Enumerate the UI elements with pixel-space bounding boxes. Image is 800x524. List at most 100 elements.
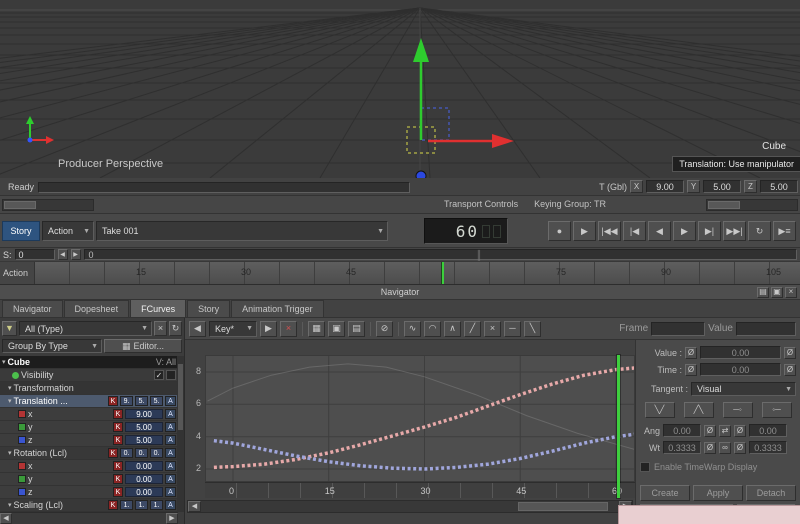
tab-animation-trigger[interactable]: Animation Trigger xyxy=(231,300,324,317)
type-filter-dropdown[interactable]: All (Type) ▼ xyxy=(19,321,152,336)
scroll-left-icon[interactable]: ◀ xyxy=(0,513,12,524)
axis-chip-x[interactable]: X xyxy=(630,180,643,193)
s-value-field[interactable]: 0 xyxy=(14,249,55,260)
pre-post-icon[interactable]: ╲ xyxy=(524,320,541,337)
tangent-tcb-icon[interactable]: ∧ xyxy=(444,320,461,337)
tree-row-6-z[interactable]: z K 5.00 A xyxy=(0,434,178,447)
scrollbar-thumb[interactable] xyxy=(518,502,608,511)
key-dropdown[interactable]: Key* ▼ xyxy=(209,320,257,337)
fcurve-graph[interactable]: 8 6 4 2 015304560 ◀ ▶ xyxy=(185,340,636,524)
panel-close-icon[interactable]: × xyxy=(785,286,797,298)
action-ruler[interactable]: 15 30 45 75 90 105 xyxy=(34,262,800,284)
right-scrollbar[interactable] xyxy=(706,199,798,211)
graph-playhead[interactable] xyxy=(617,355,620,498)
refresh-icon[interactable]: ↻ xyxy=(169,321,182,336)
step-forward-button[interactable]: ▶ xyxy=(673,221,696,241)
tab-story[interactable]: Story xyxy=(187,300,231,317)
zero-slope-icon[interactable]: Ø xyxy=(704,441,716,454)
timeline-playhead[interactable] xyxy=(441,262,444,284)
weight-right-field[interactable]: 0.3333 xyxy=(749,441,787,454)
tangent-smooth-icon[interactable]: ∿ xyxy=(404,320,421,337)
scroll-left-icon[interactable]: ◀ xyxy=(188,501,201,512)
tree-row-0-cube[interactable]: ▾ Cube V: All xyxy=(0,356,178,369)
step-back-button[interactable]: ◀ xyxy=(648,221,671,241)
tree-vertical-scrollbar[interactable] xyxy=(177,356,184,512)
clear-filter-icon[interactable]: × xyxy=(154,321,167,336)
key-button[interactable]: K xyxy=(108,500,118,510)
axis-chip-z[interactable]: Z xyxy=(744,180,757,193)
key-button[interactable]: K xyxy=(113,461,123,471)
key-button[interactable]: K xyxy=(113,474,123,484)
tab-dopesheet[interactable]: Dopesheet xyxy=(63,300,130,317)
group-by-dropdown[interactable]: Group By Type ▼ xyxy=(2,339,102,353)
step-left-icon[interactable]: ◀ xyxy=(57,249,68,260)
curve-color-icon[interactable]: ▦ xyxy=(308,320,325,337)
panel-float-icon[interactable]: ▣ xyxy=(771,286,783,298)
take-dropdown[interactable]: Take 001 ▼ xyxy=(96,221,388,241)
zero-slope-icon[interactable]: Ø xyxy=(784,346,796,359)
expand-icon[interactable]: ▾ xyxy=(8,397,12,405)
zero-slope-icon[interactable]: Ø xyxy=(704,424,716,437)
tab-fcurves[interactable]: FCurves xyxy=(130,299,187,317)
step-right-icon[interactable]: ▶ xyxy=(70,249,81,260)
curve-plot-area[interactable] xyxy=(205,355,636,482)
tangent-right-weight-icon[interactable]: ◦─ xyxy=(761,402,792,418)
tree-row-3-translation[interactable]: ▾ Translation ... K 9. 5. 5. A xyxy=(0,395,178,408)
link-weights-icon[interactable]: ∞ xyxy=(719,441,731,454)
next-key-icon[interactable]: ▶ xyxy=(260,320,277,337)
play-options-button[interactable]: ▶≡ xyxy=(773,221,796,241)
axis-chip-y[interactable]: Y xyxy=(687,180,700,193)
key-button[interactable]: K xyxy=(113,409,123,419)
key-button[interactable]: K xyxy=(113,487,123,497)
expand-icon[interactable]: ▾ xyxy=(2,358,6,366)
key-button[interactable]: K xyxy=(108,448,118,458)
fc-time-ruler[interactable]: 015304560 xyxy=(205,482,635,498)
tangent-mode-dropdown[interactable]: Visual ▼ xyxy=(691,382,796,396)
expand-icon[interactable]: ▾ xyxy=(8,384,12,392)
tab-navigator[interactable]: Navigator xyxy=(2,300,63,317)
expand-icon[interactable]: ▾ xyxy=(8,501,12,509)
axis-value-x[interactable]: 9.00 xyxy=(646,180,684,193)
tree-row-10-z[interactable]: z K 0.00 A xyxy=(0,486,178,499)
zero-slope-icon[interactable]: Ø xyxy=(784,363,796,376)
story-button[interactable]: Story xyxy=(2,221,40,241)
action-mode-dropdown[interactable]: Action ▼ xyxy=(42,221,94,241)
panel-menu-icon[interactable]: ▤ xyxy=(757,286,769,298)
timewarp-checkbox[interactable] xyxy=(640,462,650,472)
tree-row-11-scaling-lcl[interactable]: ▾ Scaling (Lcl) K 1. 1. 1. A xyxy=(0,499,178,512)
mute-box[interactable] xyxy=(166,370,176,380)
angle-left-field[interactable]: 0.00 xyxy=(663,424,701,437)
detach-button[interactable]: Detach xyxy=(746,485,796,501)
editor-button[interactable]: ▦ Editor... xyxy=(104,339,182,353)
axis-value-field[interactable]: 0.00 xyxy=(125,474,163,484)
visibility-checkbox[interactable]: ✓ xyxy=(154,370,164,380)
tree-row-4-x[interactable]: x K 9.00 A xyxy=(0,408,178,421)
layers-icon[interactable]: ▤ xyxy=(348,320,365,337)
left-scrollbar[interactable] xyxy=(2,199,94,211)
tangent-left-weight-icon[interactable]: ─◦ xyxy=(722,402,753,418)
tree-row-5-y[interactable]: y K 5.00 A xyxy=(0,421,178,434)
apply-button[interactable]: Apply xyxy=(693,485,743,501)
tree-horizontal-scrollbar[interactable]: ◀ ▶ xyxy=(0,512,178,524)
axis-value-y[interactable]: 5.00 xyxy=(703,180,741,193)
tangent-break-handles-icon[interactable]: ╲╱ xyxy=(644,402,675,418)
tree-row-8-x[interactable]: x K 0.00 A xyxy=(0,460,178,473)
play-button[interactable]: ▶ xyxy=(573,221,596,241)
zero-slope-icon[interactable]: Ø xyxy=(734,424,746,437)
expand-icon[interactable]: ▾ xyxy=(8,449,12,457)
axis-value-field[interactable]: 0.00 xyxy=(125,487,163,497)
previous-key-icon[interactable]: ◀ xyxy=(189,320,206,337)
record-button[interactable]: ● xyxy=(548,221,571,241)
tangent-unify-handles-icon[interactable]: ╱╲ xyxy=(683,402,714,418)
axis-value-z[interactable]: 5.00 xyxy=(760,180,798,193)
key-button[interactable]: K xyxy=(113,435,123,445)
snapshot-icon[interactable]: ▣ xyxy=(328,320,345,337)
axis-value-field[interactable]: 5.00 xyxy=(125,422,163,432)
key-button[interactable]: K xyxy=(113,422,123,432)
key-value-field[interactable]: 0.00 xyxy=(700,346,781,359)
swap-tangent-icon[interactable]: ⇄ xyxy=(719,424,731,437)
axis-value-field[interactable]: 9.00 xyxy=(125,409,163,419)
value-field[interactable] xyxy=(736,321,796,336)
previous-key-button[interactable]: |◀ xyxy=(623,221,646,241)
key-time-field[interactable]: 0.00 xyxy=(700,363,781,376)
